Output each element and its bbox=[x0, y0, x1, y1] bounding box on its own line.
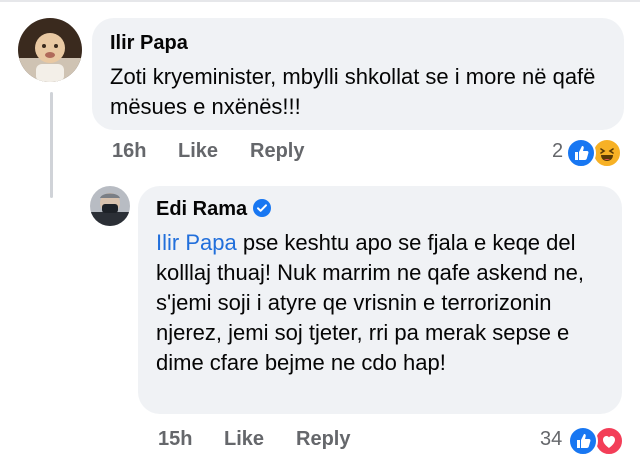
reply-bubble: Edi Rama Ilir Papa pse keshtu apo se fja… bbox=[138, 186, 622, 414]
reaction-summary[interactable]: 2 bbox=[552, 138, 634, 168]
haha-icon bbox=[592, 138, 622, 168]
like-button[interactable]: Like bbox=[224, 428, 264, 451]
divider bbox=[0, 0, 640, 2]
reply-button[interactable]: Reply bbox=[296, 428, 350, 451]
like-button[interactable]: Like bbox=[178, 140, 218, 163]
like-icon bbox=[566, 138, 596, 168]
reply-button[interactable]: Reply bbox=[250, 140, 304, 163]
comment-actions: 16h Like Reply bbox=[112, 140, 372, 166]
reply-author-name[interactable]: Edi Rama bbox=[156, 198, 247, 220]
reply-text: Ilir Papa pse keshtu apo se fjala e keqe… bbox=[156, 228, 596, 378]
reaction-count: 34 bbox=[540, 428, 563, 450]
reaction-summary[interactable]: 34 bbox=[540, 426, 632, 456]
reply-actions: 15h Like Reply bbox=[158, 428, 418, 452]
comment-timestamp[interactable]: 16h bbox=[112, 140, 146, 163]
avatar-photo-icon bbox=[18, 18, 82, 82]
avatar[interactable] bbox=[18, 18, 82, 82]
thread-line bbox=[50, 92, 53, 198]
comment-author[interactable]: Ilir Papa bbox=[110, 32, 188, 55]
verified-badge-icon bbox=[253, 199, 272, 217]
comment-bubble: Ilir Papa Zoti kryeminister, mbylli shko… bbox=[92, 18, 624, 130]
reply-author: Edi Rama bbox=[156, 198, 272, 221]
reply-timestamp[interactable]: 15h bbox=[158, 428, 192, 451]
reaction-count: 2 bbox=[552, 140, 564, 162]
comment-text: Zoti kryeminister, mbylli shkollat se i … bbox=[110, 64, 596, 119]
avatar[interactable] bbox=[90, 186, 130, 226]
avatar-photo-icon bbox=[90, 186, 130, 226]
mention-link[interactable]: Ilir Papa bbox=[156, 230, 237, 255]
